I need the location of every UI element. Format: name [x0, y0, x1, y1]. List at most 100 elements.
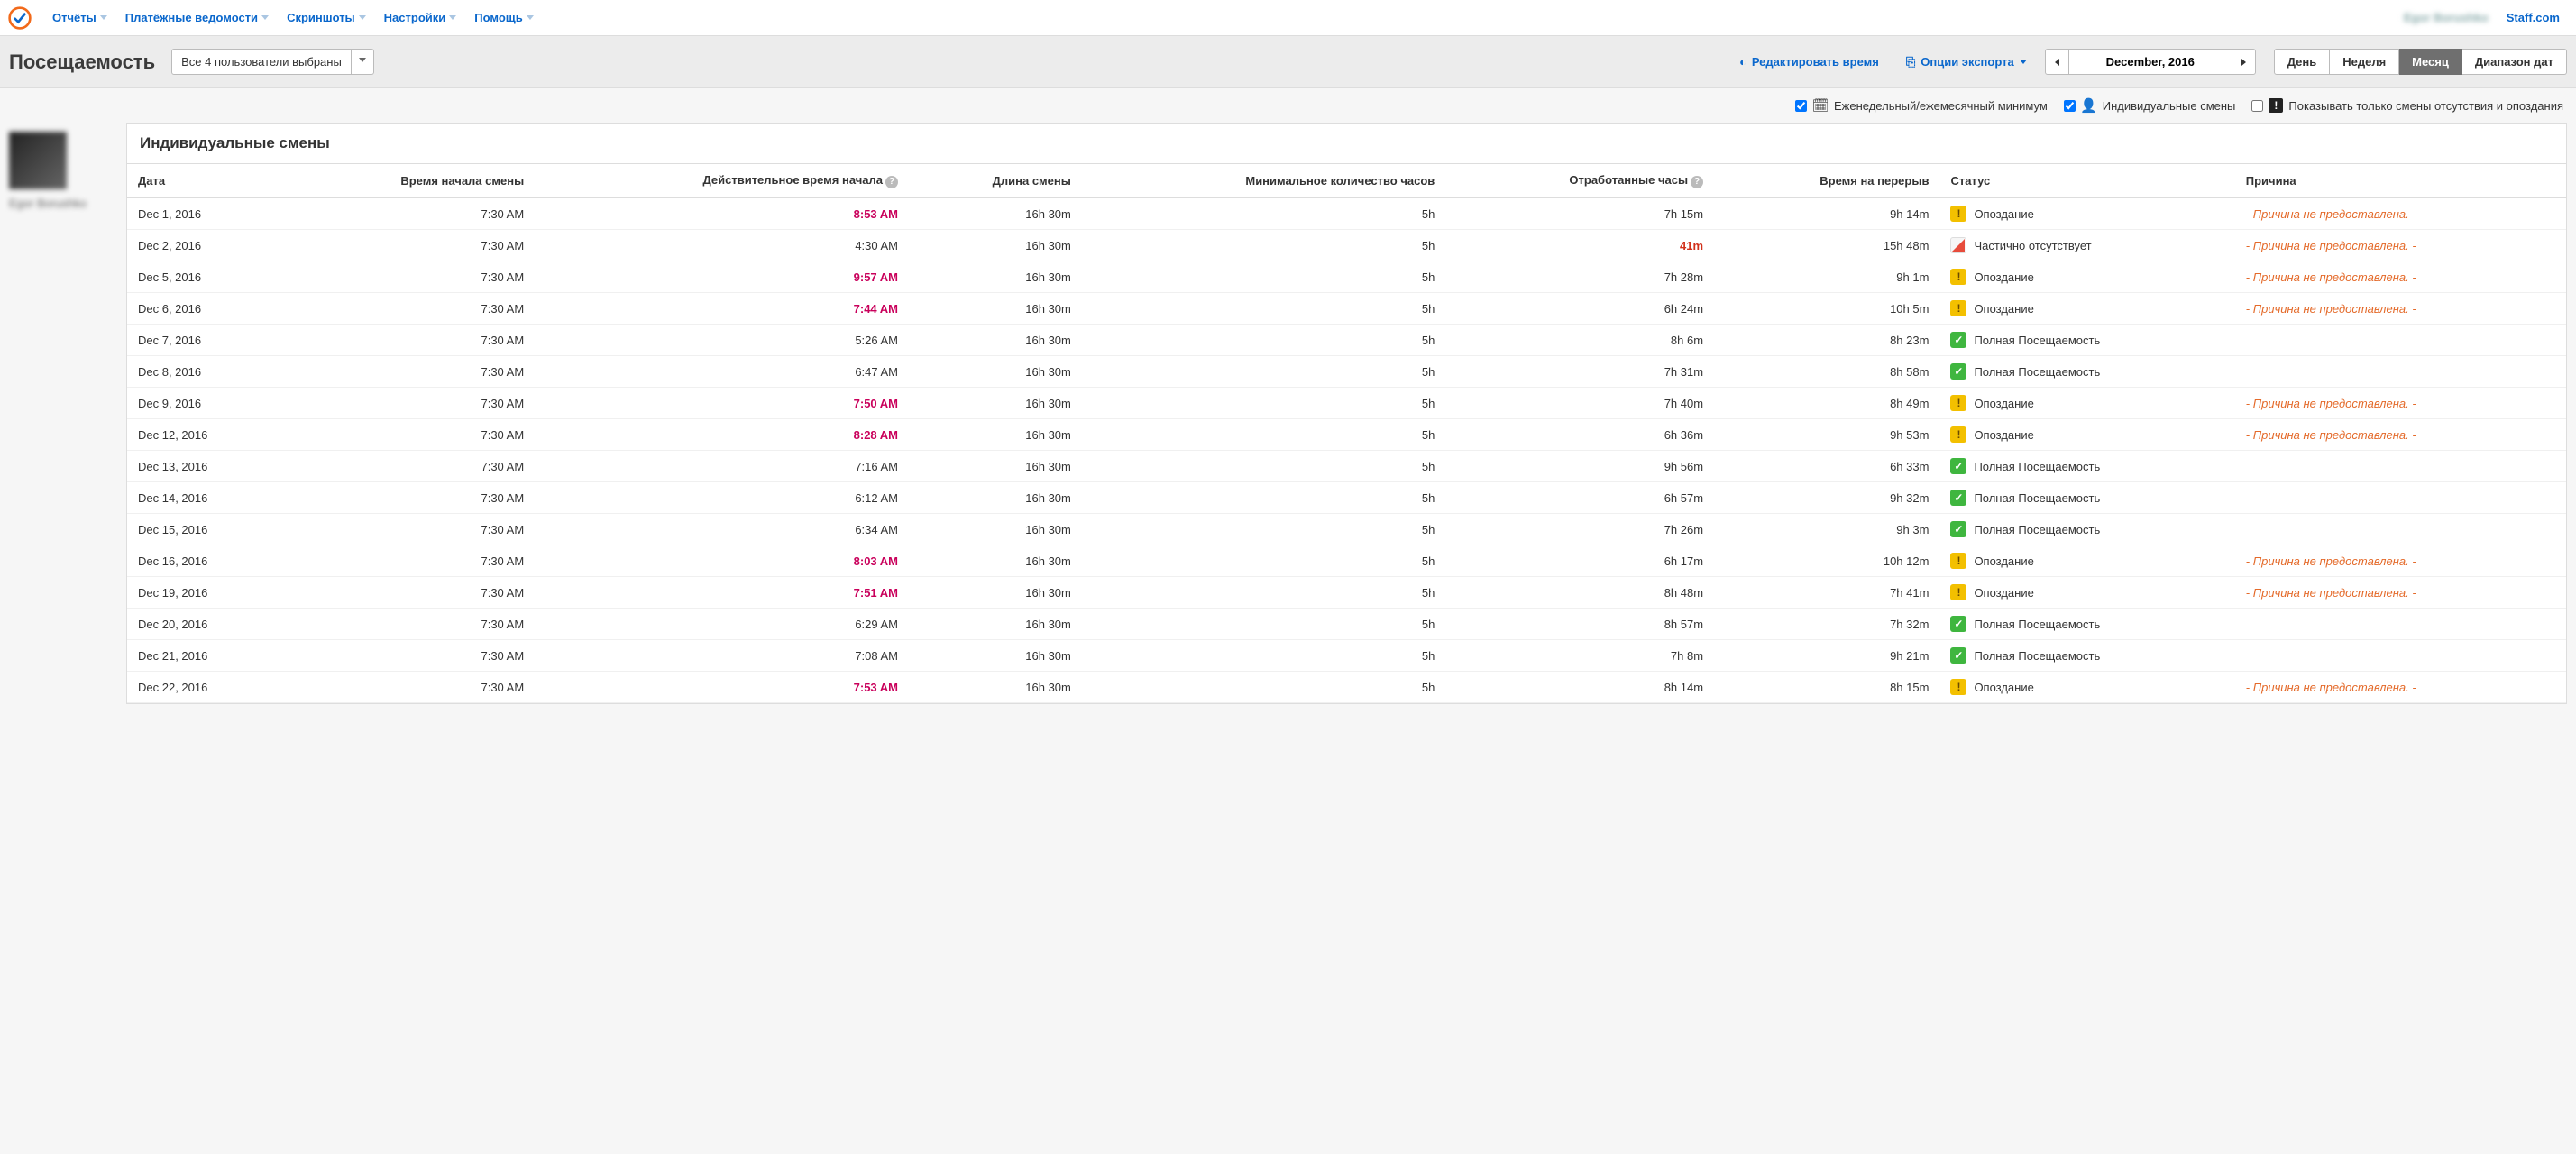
nav-item-2[interactable]: Скриншоты [278, 11, 375, 24]
cell-shift-start: 7:30 AM [285, 609, 535, 640]
cell-reason: - Причина не предоставлена. - [2235, 419, 2566, 451]
table-row: Dec 8, 20167:30 AM6:47 AM16h 30m5h7h 31m… [127, 356, 2566, 388]
filter-weekly-min-checkbox[interactable] [1795, 100, 1807, 112]
reason-missing: - Причина не предоставлена. - [2246, 681, 2416, 694]
cell-actual-start: 4:30 AM [535, 230, 909, 261]
cell-reason [2235, 325, 2566, 356]
cell-shift-start: 7:30 AM [285, 514, 535, 545]
cell-length: 16h 30m [909, 419, 1082, 451]
cell-reason: - Причина не предоставлена. - [2235, 545, 2566, 577]
filter-weekly-min[interactable]: 🗓Еженедельный/ежемесячный минимум [1795, 97, 2048, 114]
range-button-0[interactable]: День [2274, 49, 2331, 75]
filter-only-absent[interactable]: !Показывать только смены отсутствия и оп… [2251, 98, 2563, 113]
cell-reason [2235, 482, 2566, 514]
warning-icon: ! [1950, 300, 1966, 316]
cell-min: 5h [1082, 640, 1445, 672]
help-icon[interactable]: ? [1691, 176, 1703, 188]
status-label: Полная Посещаемость [1974, 491, 2100, 505]
cell-min: 5h [1082, 672, 1445, 703]
cell-length: 16h 30m [909, 325, 1082, 356]
cell-break: 15h 48m [1714, 230, 1939, 261]
cell-min: 5h [1082, 482, 1445, 514]
col-worked: Отработанные часы? [1445, 164, 1714, 198]
chevron-down-icon[interactable] [352, 49, 374, 75]
brand-link[interactable]: Staff.com [2498, 11, 2569, 24]
cell-break: 7h 41m [1714, 577, 1939, 609]
status-label: Опоздание [1974, 428, 2033, 442]
nav-item-4[interactable]: Помощь [465, 11, 542, 24]
cell-break: 9h 1m [1714, 261, 1939, 293]
cell-length: 16h 30m [909, 451, 1082, 482]
cell-break: 8h 58m [1714, 356, 1939, 388]
range-button-1[interactable]: Неделя [2330, 49, 2399, 75]
cell-worked: 7h 40m [1445, 388, 1714, 419]
chevron-down-icon [449, 13, 456, 23]
user-select[interactable]: Все 4 пользователи выбраны [171, 49, 374, 75]
cell-worked: 8h 57m [1445, 609, 1714, 640]
cell-min: 5h [1082, 514, 1445, 545]
nav-item-1[interactable]: Платёжные ведомости [116, 11, 278, 24]
check-icon: ✓ [1950, 332, 1966, 348]
cell-shift-start: 7:30 AM [285, 198, 535, 230]
nav-item-0[interactable]: Отчёты [43, 11, 116, 24]
filter-only-absent-checkbox[interactable] [2251, 100, 2263, 112]
cell-worked: 7h 28m [1445, 261, 1714, 293]
cell-actual-start: 8:28 AM [535, 419, 909, 451]
cell-actual-start: 7:44 AM [535, 293, 909, 325]
cell-worked: 7h 15m [1445, 198, 1714, 230]
help-icon[interactable]: ? [885, 176, 898, 188]
cell-date: Dec 9, 2016 [127, 388, 285, 419]
cell-shift-start: 7:30 AM [285, 640, 535, 672]
filter-weekly-min-label: Еженедельный/ежемесячный минимум [1834, 99, 2048, 113]
edit-time-button[interactable]: ◐ Редактировать время [1730, 55, 1888, 69]
cell-reason [2235, 640, 2566, 672]
cell-reason: - Причина не предоставлена. - [2235, 388, 2566, 419]
cell-actual-start: 6:47 AM [535, 356, 909, 388]
cell-date: Dec 6, 2016 [127, 293, 285, 325]
panel-title: Индивидуальные смены [127, 124, 2566, 163]
cell-status: !Опоздание [1939, 545, 2234, 577]
cell-reason: - Причина не предоставлена. - [2235, 293, 2566, 325]
cell-reason [2235, 356, 2566, 388]
cell-min: 5h [1082, 577, 1445, 609]
nav-item-3[interactable]: Настройки [375, 11, 466, 24]
check-icon: ✓ [1950, 458, 1966, 474]
logo-icon [7, 5, 32, 31]
cell-reason: - Причина не предоставлена. - [2235, 577, 2566, 609]
cell-status: ✓Полная Посещаемость [1939, 482, 2234, 514]
warning-icon: ! [1950, 679, 1966, 695]
cell-length: 16h 30m [909, 230, 1082, 261]
chevron-down-icon [527, 13, 534, 23]
avatar[interactable] [9, 132, 67, 189]
cell-break: 9h 53m [1714, 419, 1939, 451]
cell-worked: 41m [1445, 230, 1714, 261]
col-min-hours: Минимальное количество часов [1082, 164, 1445, 198]
status-label: Полная Посещаемость [1974, 523, 2100, 536]
status-label: Полная Посещаемость [1974, 460, 2100, 473]
cell-min: 5h [1082, 451, 1445, 482]
current-user[interactable]: Egor Borushko [2395, 11, 2498, 24]
partial-icon [1950, 237, 1966, 253]
next-period-button[interactable] [2232, 49, 2256, 75]
cell-shift-start: 7:30 AM [285, 356, 535, 388]
cell-length: 16h 30m [909, 545, 1082, 577]
prev-period-button[interactable] [2045, 49, 2069, 75]
export-options-button[interactable]: ⎘ Опции экспорта [1897, 55, 2036, 69]
cell-date: Dec 2, 2016 [127, 230, 285, 261]
period-label[interactable]: December, 2016 [2069, 49, 2232, 75]
reason-missing: - Причина не предоставлена. - [2246, 270, 2416, 284]
status-label: Опоздание [1974, 302, 2033, 316]
filter-individual-shifts[interactable]: 👤Индивидуальные смены [2064, 97, 2236, 114]
cell-actual-start: 7:51 AM [535, 577, 909, 609]
cell-length: 16h 30m [909, 609, 1082, 640]
range-button-2[interactable]: Месяц [2399, 49, 2462, 75]
filter-individual-shifts-checkbox[interactable] [2064, 100, 2076, 112]
cell-worked: 6h 17m [1445, 545, 1714, 577]
cell-status: ✓ Полная Посещаемость [1939, 451, 2234, 482]
cell-break: 9h 32m [1714, 482, 1939, 514]
range-button-3[interactable]: Диапазон дат [2462, 49, 2567, 75]
cell-length: 16h 30m [909, 261, 1082, 293]
cell-shift-start: 7:30 AM [285, 545, 535, 577]
cell-min: 5h [1082, 198, 1445, 230]
sidebar-username: Egor Borushko [9, 197, 117, 210]
